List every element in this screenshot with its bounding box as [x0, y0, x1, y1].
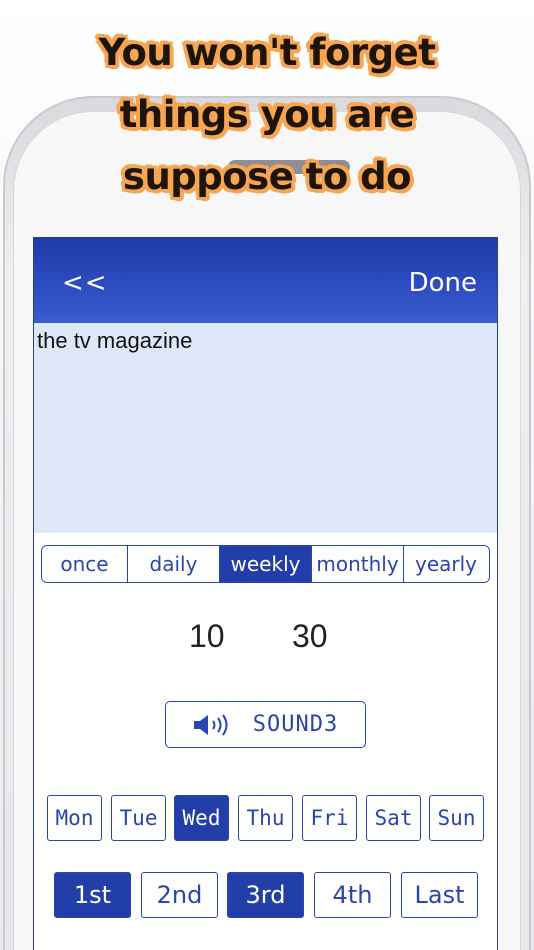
week-last[interactable]: Last — [401, 872, 478, 918]
promo-headline: You won't forget things you are suppose … — [0, 22, 534, 208]
reminder-text-field[interactable]: the tv magazine — [34, 323, 497, 533]
day-mon[interactable]: Mon — [47, 795, 102, 841]
day-fri[interactable]: Fri — [302, 795, 357, 841]
time-minute[interactable]: 30 — [292, 618, 328, 655]
done-button[interactable]: Done — [409, 268, 477, 298]
week-2nd[interactable]: 2nd — [141, 872, 218, 918]
week-3rd[interactable]: 3rd — [227, 872, 304, 918]
navigation-bar: << Done — [34, 238, 497, 323]
speaker-icon — [193, 713, 228, 736]
time-hour[interactable]: 10 — [189, 618, 225, 655]
back-button[interactable]: << — [62, 268, 108, 298]
day-thu[interactable]: Thu — [238, 795, 293, 841]
frequency-option-yearly[interactable]: yearly — [404, 546, 488, 582]
frequency-option-once[interactable]: once — [42, 546, 128, 582]
sound-label: SOUND3 — [252, 712, 339, 737]
frequency-option-daily[interactable]: daily — [128, 546, 220, 582]
frequency-selector: once daily weekly monthly yearly — [41, 545, 490, 583]
promo-line-1: You won't forget — [98, 31, 436, 74]
week-4th[interactable]: 4th — [314, 872, 391, 918]
week-1st[interactable]: 1st — [54, 872, 131, 918]
day-sun[interactable]: Sun — [429, 795, 484, 841]
day-tue[interactable]: Tue — [111, 795, 166, 841]
sound-button[interactable]: SOUND3 — [165, 701, 366, 748]
app-screen: << Done the tv magazine once daily weekl… — [33, 237, 498, 950]
frequency-option-weekly[interactable]: weekly — [220, 546, 312, 582]
day-sat[interactable]: Sat — [366, 795, 421, 841]
promo-line-3: suppose to do — [122, 155, 412, 198]
promo-line-2: things you are — [119, 93, 415, 136]
frequency-option-monthly[interactable]: monthly — [312, 546, 404, 582]
day-wed[interactable]: Wed — [174, 795, 229, 841]
